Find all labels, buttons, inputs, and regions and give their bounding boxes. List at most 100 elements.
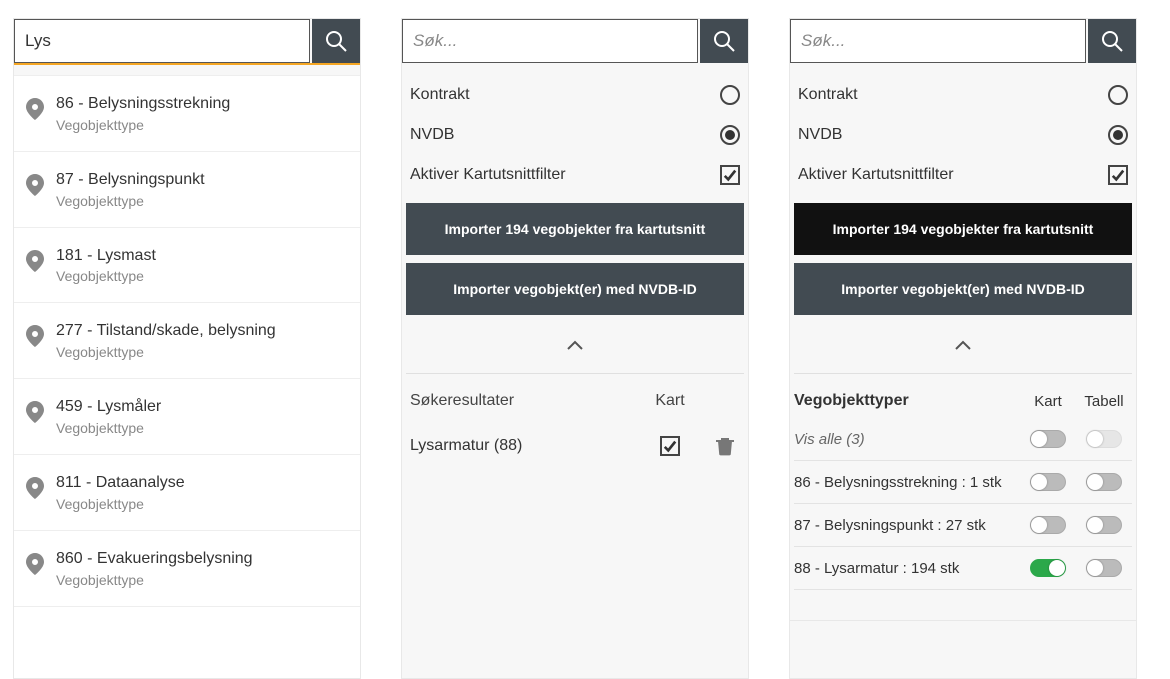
results-kart-col: Kart (630, 392, 710, 410)
dropdown-item-subtitle: Vegobjekttype (56, 193, 205, 209)
dropdown-item[interactable]: 86 - Belysningsstrekning Vegobjekttype (14, 76, 360, 152)
dropdown-item[interactable]: 860 - Evakueringsbelysning Vegobjekttype (14, 531, 360, 607)
toggle-kart[interactable] (1030, 473, 1066, 491)
search-row (14, 19, 360, 65)
dropdown-item-subtitle: Vegobjekttype (56, 344, 276, 360)
delete-result-button[interactable] (710, 436, 740, 456)
collapse-toggle[interactable] (406, 323, 744, 374)
search-input[interactable] (402, 19, 698, 63)
import-map-button[interactable]: Importer 194 vegobjekter fra kartutsnitt (794, 203, 1132, 255)
vt-row: 86 - Belysningsstrekning : 1 stk (794, 461, 1132, 504)
filter-label: Aktiver Kartutsnittfilter (410, 166, 566, 184)
vt-vis-alle-row: Vis alle (3) (794, 418, 1132, 461)
dropdown-item-title: 86 - Belysningsstrekning (56, 94, 230, 115)
vt-row-label: 88 - Lysarmatur : 194 stk (794, 560, 1020, 577)
filter-panel-results: Kontrakt NVDB Aktiver Kartutsnittfilter … (401, 18, 749, 679)
import-nvdbid-button[interactable]: Importer vegobjekt(er) med NVDB-ID (794, 263, 1132, 315)
dropdown-item-title: 811 - Dataanalyse (56, 473, 185, 494)
vt-row-label: 87 - Belysningspunkt : 27 stk (794, 517, 1020, 534)
filter-block: Kontrakt NVDB Aktiver Kartutsnittfilter … (790, 63, 1136, 374)
trash-icon (716, 436, 734, 456)
radio-icon[interactable] (1108, 125, 1128, 145)
search-icon (324, 29, 348, 53)
results-title: Søkeresultater (410, 392, 630, 410)
dropdown-item-title: 87 - Belysningspunkt (56, 170, 205, 191)
filter-label: Aktiver Kartutsnittfilter (798, 166, 954, 184)
search-button[interactable] (312, 19, 360, 63)
dropdown-item[interactable]: 277 - Tilstand/skade, belysning Vegobjekt… (14, 303, 360, 379)
checkbox-icon[interactable] (1108, 165, 1128, 185)
filter-label: NVDB (410, 126, 454, 144)
dropdown-item[interactable]: 87 - Belysningspunkt Vegobjekttype (14, 152, 360, 228)
vt-col-tabell: Tabell (1076, 393, 1132, 410)
location-pin-icon (26, 401, 44, 423)
search-row (790, 19, 1136, 63)
search-button[interactable] (1088, 19, 1136, 63)
radio-icon[interactable] (720, 125, 740, 145)
vt-row-label: 86 - Belysningsstrekning : 1 stk (794, 474, 1020, 491)
checkbox-icon[interactable] (720, 165, 740, 185)
vt-col-kart: Kart (1020, 393, 1076, 410)
dropdown-item[interactable]: 459 - Lysmåler Vegobjekttype (14, 379, 360, 455)
search-input[interactable] (14, 19, 310, 63)
filter-kontrakt[interactable]: Kontrakt (406, 75, 744, 115)
vt-vis-alle-label: Vis alle (3) (794, 431, 1020, 448)
panel-footer (790, 620, 1136, 640)
radio-icon[interactable] (720, 85, 740, 105)
dropdown-item[interactable]: 181 - LysmastVegobjekttype (14, 228, 360, 304)
search-input[interactable] (790, 19, 1086, 63)
location-pin-icon (26, 477, 44, 499)
toggle-tabell[interactable] (1086, 473, 1122, 491)
results-header: Søkeresultater Kart (406, 392, 744, 430)
import-map-button[interactable]: Importer 194 vegobjekter fra kartutsnitt (406, 203, 744, 255)
filter-label: Kontrakt (798, 86, 858, 104)
result-checkbox[interactable] (660, 436, 680, 456)
result-label: Lysarmatur (88) (410, 437, 630, 455)
toggle-tabell[interactable] (1086, 516, 1122, 534)
vt-row: 88 - Lysarmatur : 194 stk (794, 547, 1132, 590)
vt-title: Vegobjekttyper (794, 392, 1020, 410)
dropdown-item-title: 860 - Evakueringsbelysning (56, 549, 253, 570)
dropdown-item-subtitle: Vegobjekttype (56, 117, 230, 133)
toggle-kart[interactable] (1030, 430, 1066, 448)
chevron-up-icon (567, 340, 583, 350)
dropdown-item-subtitle: Vegobjekttype (56, 496, 185, 512)
filter-block: Kontrakt NVDB Aktiver Kartutsnittfilter … (402, 63, 748, 374)
filter-kontrakt[interactable]: Kontrakt (794, 75, 1132, 115)
chevron-up-icon (955, 340, 971, 350)
filter-label: NVDB (798, 126, 842, 144)
toggle-tabell[interactable] (1086, 559, 1122, 577)
result-row: Lysarmatur (88) (406, 430, 744, 462)
search-dropdown[interactable]: 86 - BelysningsstrekningVegobjekttype87 … (14, 75, 360, 678)
dropdown-item[interactable]: 811 - Dataanalyse Vegobjekttype (14, 455, 360, 531)
dropdown-item-subtitle: Vegobjekttype (56, 268, 156, 284)
toggle-kart[interactable] (1030, 516, 1066, 534)
vegobjekttyper-section: Vegobjekttyper Kart Tabell Vis alle (3) … (790, 392, 1136, 590)
filter-kartutsnitt[interactable]: Aktiver Kartutsnittfilter (794, 155, 1132, 195)
filter-nvdb[interactable]: NVDB (794, 115, 1132, 155)
filter-panel-types: Kontrakt NVDB Aktiver Kartutsnittfilter … (789, 18, 1137, 679)
import-nvdbid-button[interactable]: Importer vegobjekt(er) med NVDB-ID (406, 263, 744, 315)
vt-row: 87 - Belysningspunkt : 27 stk (794, 504, 1132, 547)
toggle-kart[interactable] (1030, 559, 1066, 577)
toggle-tabell[interactable] (1086, 430, 1122, 448)
dropdown-item-title: 277 - Tilstand/skade, belysning (56, 321, 276, 342)
dropdown-item-subtitle: Vegobjekttype (56, 572, 253, 588)
vt-header: Vegobjekttyper Kart Tabell (794, 392, 1132, 418)
dropdown-item-title: 181 - Lysmast (56, 246, 156, 267)
location-pin-icon (26, 98, 44, 120)
search-panel: 86 - BelysningsstrekningVegobjekttype87 … (13, 18, 361, 679)
location-pin-icon (26, 325, 44, 347)
search-icon (1100, 29, 1124, 53)
filter-nvdb[interactable]: NVDB (406, 115, 744, 155)
search-button[interactable] (700, 19, 748, 63)
location-pin-icon (26, 553, 44, 575)
search-icon (712, 29, 736, 53)
radio-icon[interactable] (1108, 85, 1128, 105)
collapse-toggle[interactable] (794, 323, 1132, 374)
dropdown-item-title: 459 - Lysmåler (56, 397, 161, 418)
filter-kartutsnitt[interactable]: Aktiver Kartutsnittfilter (406, 155, 744, 195)
location-pin-icon (26, 250, 44, 272)
search-row (402, 19, 748, 63)
dropdown-item-subtitle: Vegobjekttype (56, 420, 161, 436)
